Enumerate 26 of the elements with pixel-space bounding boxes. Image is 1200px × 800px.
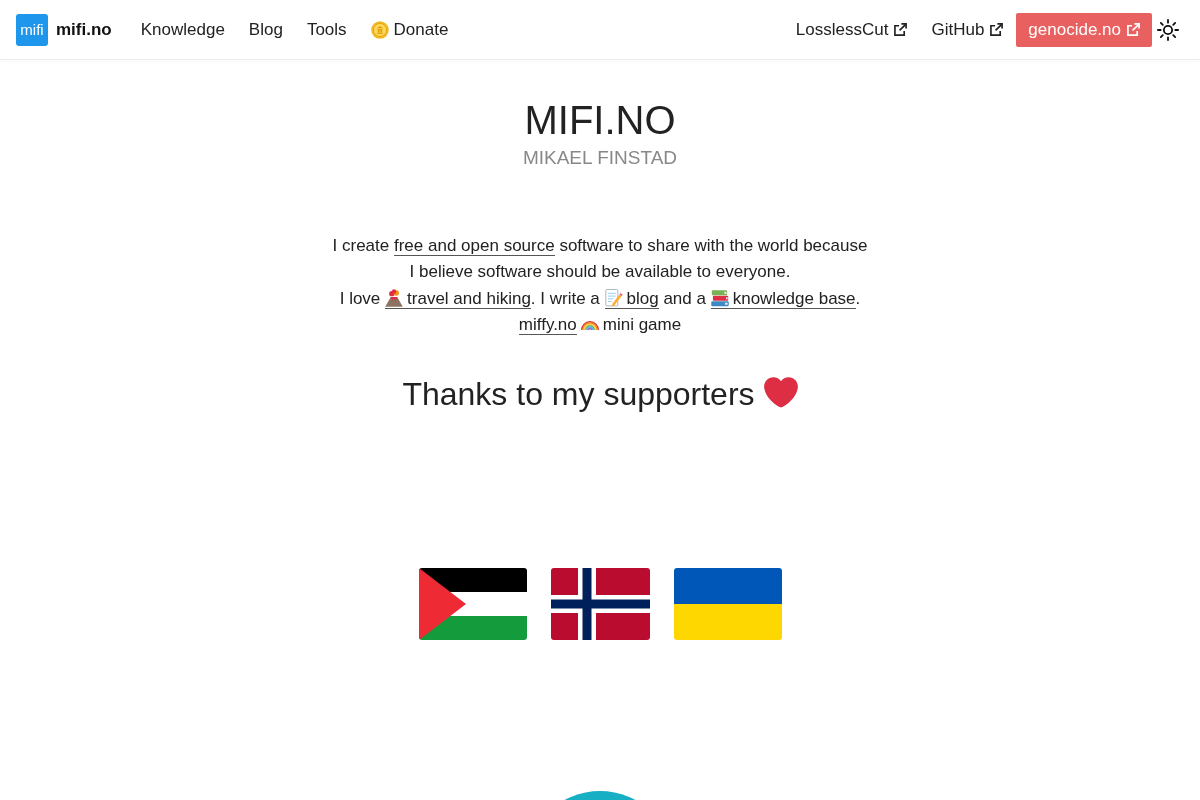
intro-paragraph: miffy.no mini game: [517, 314, 683, 338]
text-link[interactable]: free and open source: [394, 236, 555, 256]
ukrainian-flag-icon: [673, 568, 782, 640]
text-link[interactable]: blog: [604, 288, 659, 309]
external-link[interactable]: LosslessCut: [795, 19, 908, 40]
author-name: MIKAEL FINSTAD: [521, 146, 679, 169]
nav-link[interactable]: Knowledge: [140, 19, 225, 40]
nav-link[interactable]: Tools: [306, 19, 347, 40]
nav-link[interactable]: Blog: [248, 19, 283, 40]
nav-link[interactable]: Donate: [370, 19, 449, 40]
external-link-icon: [1127, 23, 1140, 36]
supporters-heading: Thanks to my supporters: [402, 376, 755, 412]
external-link-icon: [894, 23, 908, 36]
intro-paragraph: I love travel and hiking. I write a blog and a knowledge base.: [338, 287, 862, 311]
sun-icon[interactable]: [1157, 18, 1179, 41]
external-link[interactable]: GitHub: [931, 19, 1004, 40]
external-link-icon: [990, 23, 1004, 36]
text-link[interactable]: travel and hiking: [385, 288, 531, 309]
intro-paragraph: I create free and open source software to share with the world because I believe software should be available to everyone.: [331, 235, 869, 284]
text-link[interactable]: knowledge base: [710, 288, 856, 309]
site-name-link[interactable]: mifi.no: [56, 19, 112, 40]
site-title: MIFI.NO: [523, 97, 677, 144]
text-link[interactable]: miffy.no: [518, 315, 577, 336]
palestinian-flag-icon: [418, 568, 527, 640]
heart-icon: [763, 377, 798, 408]
norwegian-flag-icon: [550, 568, 650, 640]
